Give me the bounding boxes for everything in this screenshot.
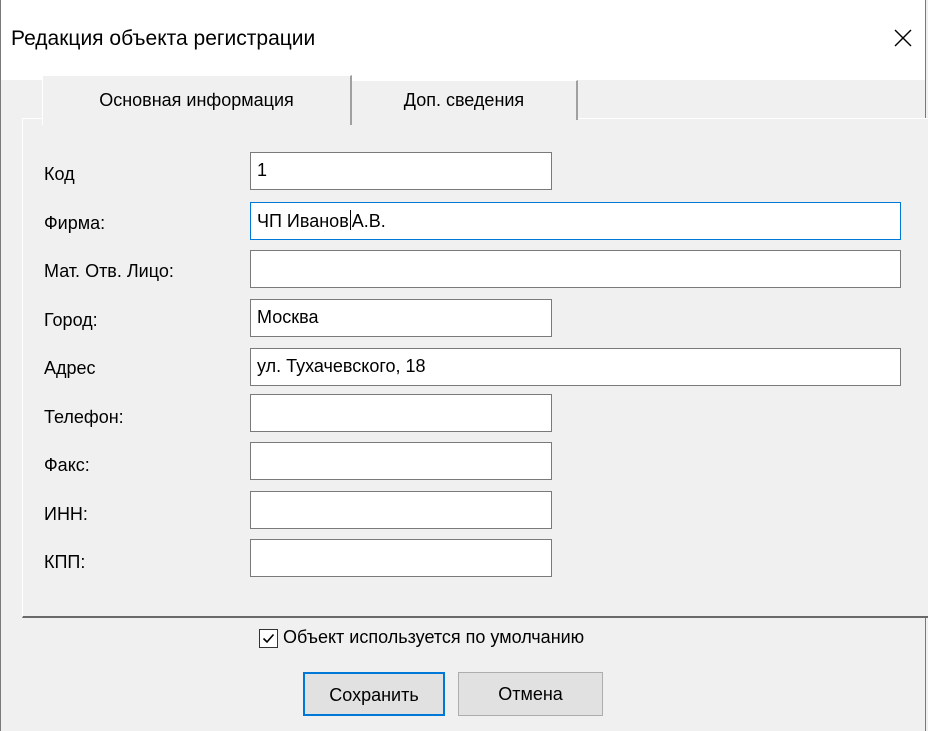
text-caret [349, 210, 351, 230]
city-input[interactable]: Москва [250, 299, 552, 337]
checkmark-icon [262, 633, 275, 644]
inn-label: ИНН: [44, 504, 88, 524]
cancel-button[interactable]: Отмена [458, 672, 603, 716]
kpp-input[interactable] [250, 539, 552, 577]
fax-input[interactable] [250, 442, 552, 480]
window-title: Редакция объекта регистрации [11, 27, 316, 50]
save-button[interactable]: Сохранить [303, 672, 445, 716]
responsible-person-label: Мат. Отв. Лицо: [44, 261, 174, 281]
close-button[interactable] [875, 10, 925, 66]
tab-panel-main-info: Код 1 Фирма: ЧП Иванов А.В. Мат. Отв. Лиц… [22, 118, 928, 618]
inn-input[interactable] [250, 491, 552, 529]
responsible-person-input[interactable] [250, 250, 901, 288]
kpp-label: КПП: [44, 552, 86, 572]
firm-value-start: ЧП Иванов [257, 211, 349, 231]
close-icon [894, 29, 912, 47]
firm-input[interactable]: ЧП Иванов А.В. [250, 202, 901, 240]
firm-label: Фирма: [44, 213, 106, 233]
phone-label: Телефон: [44, 407, 124, 427]
firm-value-end: А.В. [351, 211, 386, 231]
address-input[interactable]: ул. Тухачевского, 18 [250, 348, 901, 386]
dialog-window: Редакция объекта регистрации Основная ин… [0, 0, 928, 731]
code-input[interactable]: 1 [250, 152, 552, 190]
default-object-label: Объект используется по умолчанию [283, 627, 585, 647]
address-label: Адрес [44, 358, 96, 378]
code-label: Код [44, 164, 75, 184]
tab-main-info[interactable]: Основная информация [42, 75, 352, 125]
tab-additional-info[interactable]: Доп. сведения [352, 80, 578, 120]
checkbox-box[interactable] [259, 629, 278, 648]
phone-input[interactable] [250, 394, 552, 432]
title-bar: Редакция объекта регистрации [1, 0, 925, 80]
city-label: Город: [44, 310, 98, 330]
fax-label: Факс: [44, 455, 90, 475]
